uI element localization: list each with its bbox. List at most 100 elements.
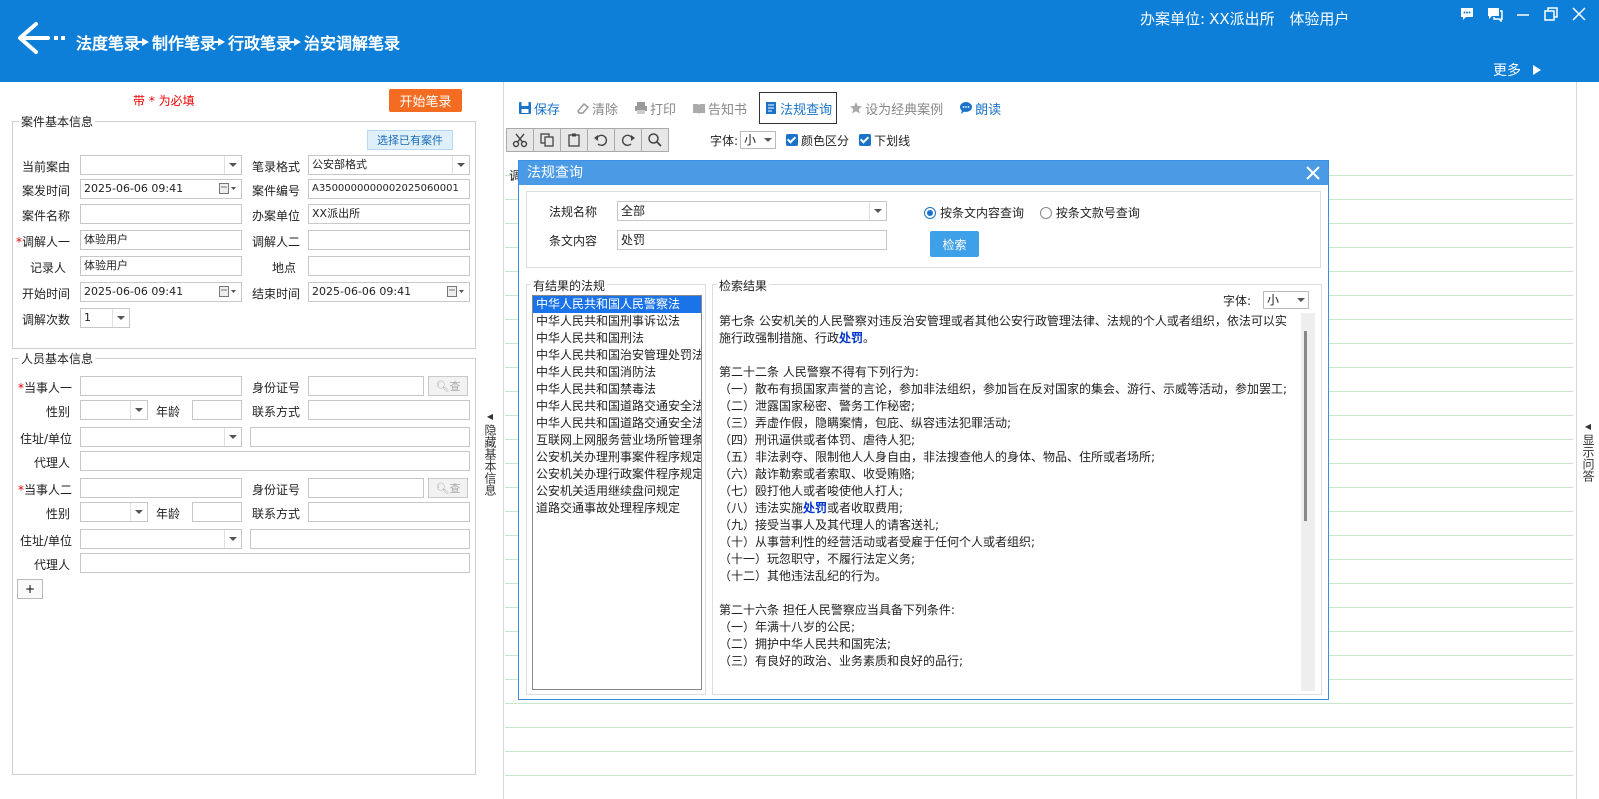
party1-query-button[interactable]: 🔍︎查 [428, 376, 468, 396]
article-22-item: （十）从事营利性的经营活动或者受雇于任何个人或者组织; [719, 535, 1036, 549]
party2-address-field[interactable] [250, 529, 470, 549]
calendar-icon[interactable] [219, 286, 237, 298]
close-icon[interactable] [1571, 6, 1587, 22]
article-22-item: （九）接受当事人及其代理人的请客送礼; [719, 518, 940, 532]
law-list-item[interactable]: 公安机关办理刑事案件程序规定 [533, 449, 701, 466]
read-aloud-button[interactable]: 朗读 [955, 92, 1005, 124]
end-time-field[interactable]: 2025-06-06 09:41 [308, 282, 470, 302]
law-list-item[interactable]: 互联网上网服务营业场所管理条 [533, 432, 701, 449]
format-select[interactable]: 公安部格式 [308, 155, 470, 175]
place-label: 地点 [271, 261, 296, 275]
notice-button[interactable]: 告知书 [688, 92, 751, 124]
article-7: 第七条 公安机关的人民警察对违反治安管理或者其他公安行政管理法律、法规的个人或者… [719, 313, 1289, 347]
party1-address-field[interactable] [250, 427, 470, 447]
underline-checkbox[interactable] [859, 134, 872, 146]
breadcrumb-item-1[interactable]: 法度笔录 [76, 30, 140, 54]
font-size-select[interactable]: 小 [740, 131, 777, 149]
law-list-item[interactable]: 中华人民共和国禁毒法 [533, 381, 701, 398]
scrollbar-thumb[interactable] [1304, 331, 1307, 521]
law-list-item[interactable]: 中华人民共和国消防法 [533, 364, 701, 381]
party2-query-button[interactable]: 🔍︎查 [428, 478, 468, 498]
start-time-value: 2025-06-06 09:41 [84, 285, 184, 298]
dialog-title-bar: 法规查询 [519, 161, 1328, 185]
minimize-icon[interactable] [1515, 6, 1531, 22]
mediator1-field[interactable]: 体验用户 [80, 230, 242, 250]
calendar-icon[interactable] [447, 286, 465, 298]
party1-name-field[interactable] [80, 376, 242, 396]
more-link[interactable]: 更多 [1493, 60, 1541, 80]
law-list-item[interactable]: 中华人民共和国道路交通安全法 [533, 398, 701, 415]
party2-age-field[interactable] [192, 502, 242, 522]
case-info-title: 案件基本信息 [21, 115, 94, 129]
recorder-field[interactable]: 体验用户 [80, 256, 242, 276]
party1-gender-select[interactable] [80, 400, 148, 420]
results-font-select[interactable]: 小 [1263, 291, 1310, 309]
law-name-select[interactable]: 全部 [617, 201, 887, 221]
party1-contact-field[interactable] [308, 400, 470, 420]
find-button[interactable] [641, 128, 669, 152]
law-query-button[interactable]: 法规查询 [759, 92, 838, 124]
case-no-field[interactable]: A3500000000002025060001 [308, 179, 470, 199]
radio-by-number[interactable] [1039, 207, 1052, 219]
unit-field[interactable]: XX派出所 [308, 204, 470, 224]
cut-button[interactable] [506, 128, 534, 152]
party2-address-select[interactable] [80, 529, 242, 549]
count-select[interactable]: 1 [80, 308, 130, 328]
calendar-icon[interactable] [219, 183, 237, 195]
start-record-button[interactable]: 开始笔录 [389, 89, 462, 112]
law-list[interactable]: 中华人民共和国人民警察法 中华人民共和国刑事诉讼法 中华人民共和国刑法 中华人民共和国… [532, 295, 702, 690]
color-distinguish-checkbox[interactable] [786, 134, 799, 146]
breadcrumb: 法度笔录 制作笔录 行政笔录 治安调解笔录 [76, 30, 400, 54]
breadcrumb-item-3[interactable]: 行政笔录 [228, 30, 292, 54]
party1-address-select[interactable] [80, 427, 242, 447]
article-26-item: （一）年满十八岁的公民; [719, 620, 856, 634]
hide-basic-info-toggle[interactable]: ◀ 隐藏基本信息 [483, 410, 497, 520]
party2-id-field[interactable] [308, 478, 424, 498]
search-button[interactable]: 检索 [930, 231, 979, 257]
law-list-item[interactable]: 中华人民共和国治安管理处罚法 [533, 347, 701, 364]
cause-select[interactable] [80, 155, 242, 175]
restore-icon[interactable] [1543, 6, 1559, 22]
occur-time-field[interactable]: 2025-06-06 09:41 [80, 179, 242, 199]
add-person-button[interactable]: + [17, 579, 43, 599]
party1-age-field[interactable] [192, 400, 242, 420]
party2-contact-field[interactable] [308, 502, 470, 522]
radio-by-content[interactable] [924, 207, 936, 219]
start-time-field[interactable]: 2025-06-06 09:41 [80, 282, 242, 302]
mediator2-field[interactable] [308, 230, 470, 250]
law-list-item[interactable]: 中华人民共和国道路交通安全法 [533, 415, 701, 432]
law-list-item[interactable]: 中华人民共和国刑法 [533, 330, 701, 347]
law-list-item[interactable]: 道路交通事故处理程序规定 [533, 500, 701, 517]
party1-agent-field[interactable] [80, 451, 470, 471]
law-list-item[interactable]: 公安机关适用继续盘问规定 [533, 483, 701, 500]
party2-name-field[interactable] [80, 478, 242, 498]
close-icon[interactable] [1304, 164, 1322, 182]
show-qa-toggle[interactable]: ◀ 显示问答 [1580, 420, 1596, 500]
back-arrow-icon[interactable] [16, 20, 68, 56]
redo-button[interactable] [614, 128, 642, 152]
party1-id-field[interactable] [308, 376, 424, 396]
law-list-item[interactable]: 中华人民共和国刑事诉讼法 [533, 313, 701, 330]
print-button[interactable]: 打印 [630, 92, 680, 124]
case-name-field[interactable] [80, 204, 242, 224]
place-field[interactable] [308, 256, 470, 276]
notice-label: 告知书 [708, 102, 748, 118]
eraser-icon [577, 102, 590, 114]
undo-button[interactable] [587, 128, 615, 152]
save-button[interactable]: 保存 [514, 92, 564, 124]
copy-button[interactable] [533, 128, 561, 152]
message-icon[interactable] [1487, 6, 1503, 22]
paste-button[interactable] [560, 128, 588, 152]
breadcrumb-item-2[interactable]: 制作笔录 [152, 30, 216, 54]
results-scrollbar[interactable] [1301, 313, 1315, 691]
clear-button[interactable]: 清除 [572, 92, 622, 124]
party1-age-label: 年龄 [155, 405, 180, 419]
article-input[interactable]: 处罚 [617, 230, 887, 250]
law-list-item[interactable]: 中华人民共和国人民警察法 [533, 296, 701, 313]
law-list-item[interactable]: 公安机关办理行政案件程序规定 [533, 466, 701, 483]
party2-agent-field[interactable] [80, 553, 470, 573]
chat-bubble-icon[interactable] [1459, 6, 1475, 22]
pick-existing-case-button[interactable]: 选择已有案件 [367, 130, 453, 150]
party2-gender-select[interactable] [80, 502, 148, 522]
set-classic-button[interactable]: 设为经典案例 [845, 92, 947, 124]
